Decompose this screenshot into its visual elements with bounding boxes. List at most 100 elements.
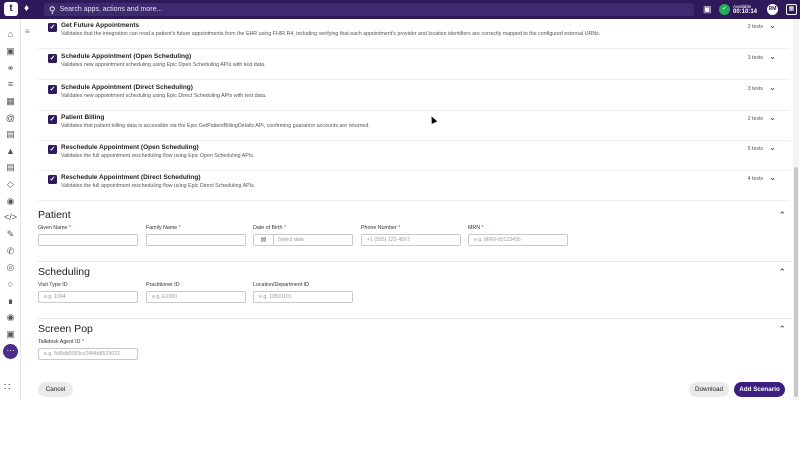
grid-menu-icon[interactable]: ∷ xyxy=(4,382,10,394)
briefcase-icon[interactable]: ▣ xyxy=(3,327,18,342)
test-count: 3 tests xyxy=(747,55,763,61)
field-label: Practitioner ID xyxy=(146,282,180,288)
section-title-scheduling: Scheduling xyxy=(38,266,90,278)
test-count: 2 tests xyxy=(747,24,763,30)
section-title-screen-pop: Screen Pop xyxy=(38,323,93,335)
location-input[interactable]: e.g. 10501101 xyxy=(253,291,353,303)
notification-bell-icon[interactable]: ♦ xyxy=(24,3,29,15)
monitor-icon[interactable]: ▣ xyxy=(703,3,712,15)
test-row[interactable]: ✓ Get Future Appointments Validates that… xyxy=(38,19,790,49)
test-title: Schedule Appointment (Direct Scheduling) xyxy=(61,84,193,91)
test-checkbox[interactable]: ✓ xyxy=(48,175,57,184)
flow-icon[interactable]: ◇ xyxy=(3,177,18,192)
more-apps-icon[interactable]: ⋯ xyxy=(3,344,18,359)
edit-icon[interactable]: ✎ xyxy=(3,227,18,242)
contacts-icon[interactable]: ▣ xyxy=(3,44,18,59)
field-label: Phone Number xyxy=(361,225,397,231)
field-label: Date of Birth xyxy=(253,225,283,231)
test-row[interactable]: ✓ Patient Billing Validates that patient… xyxy=(38,111,790,141)
scenario-form: ✓ Get Future Appointments Validates that… xyxy=(34,19,790,400)
test-title: Reschedule Appointment (Open Scheduling) xyxy=(61,144,199,151)
book-icon[interactable]: ▤ xyxy=(3,160,18,175)
voicemail-icon[interactable]: ⚭ xyxy=(3,61,18,76)
test-description: Validates the full appointment reschedul… xyxy=(61,183,256,189)
given-name-input[interactable] xyxy=(38,234,138,246)
chevron-up-icon[interactable]: ⌃ xyxy=(778,266,786,278)
test-description: Validates that the integration can read … xyxy=(61,31,601,37)
scrollbar[interactable] xyxy=(793,19,799,400)
mrn-input[interactable]: e.g. MRN-00123456 xyxy=(468,234,568,246)
test-row[interactable]: ✓ Reschedule Appointment (Direct Schedul… xyxy=(38,171,790,201)
add-scenario-button[interactable]: Add Scenario xyxy=(734,382,785,397)
chevron-down-icon[interactable]: ⌄ xyxy=(769,52,776,62)
patient-section: Patient ⌃ Given Name * Family Name * Dat… xyxy=(38,209,790,259)
chat-icon[interactable]: ○ xyxy=(3,277,18,292)
phone-input[interactable]: +1 (555) 123-4567 xyxy=(361,234,461,246)
globe-icon[interactable]: ◎ xyxy=(3,260,18,275)
visit-type-input[interactable]: e.g. 1004 xyxy=(38,291,138,303)
test-checkbox[interactable]: ✓ xyxy=(48,54,57,63)
family-name-field: Family Name * xyxy=(146,225,246,246)
field-label: Family Name xyxy=(146,225,178,231)
test-description: Validates that patient billing data is a… xyxy=(61,123,370,129)
chevron-down-icon[interactable]: ⌄ xyxy=(769,143,776,153)
chevron-down-icon[interactable]: ⌄ xyxy=(769,113,776,123)
dob-input[interactable]: Select date xyxy=(273,234,353,246)
chevron-up-icon[interactable]: ⌃ xyxy=(778,209,786,221)
code-icon[interactable]: </> xyxy=(3,210,18,225)
test-description: Validates the full appointment reschedul… xyxy=(61,153,255,159)
chevron-down-icon[interactable]: ⌄ xyxy=(769,173,776,183)
chevron-down-icon[interactable]: ⌄ xyxy=(769,83,776,93)
test-count: 3 tests xyxy=(747,86,763,92)
phone-field: Phone Number * +1 (555) 123-4567 xyxy=(361,225,461,246)
test-count: 4 tests xyxy=(747,176,763,182)
location-field: Location/Department ID e.g. 10501101 xyxy=(253,282,353,303)
user-avatar[interactable]: RM xyxy=(767,4,778,15)
agent-id-field: Talkdesk Agent ID * e.g. 5d8db0583cc2484… xyxy=(38,339,138,360)
global-search[interactable]: ⚲ Search apps, actions and more... xyxy=(44,3,694,16)
workflow-icon[interactable]: ≡ xyxy=(3,77,18,92)
chevron-up-icon[interactable]: ⌃ xyxy=(778,323,786,335)
test-checkbox[interactable]: ✓ xyxy=(48,115,57,124)
home-icon[interactable]: ⌂ xyxy=(3,27,18,42)
screen-pop-section: Screen Pop ⌃ Talkdesk Agent ID * e.g. 5d… xyxy=(38,323,790,363)
test-checkbox[interactable]: ✓ xyxy=(48,85,57,94)
status-timer: 00:10:14 xyxy=(733,8,758,15)
practitioner-input[interactable]: e.g. E1000 xyxy=(146,291,246,303)
talkdesk-logo[interactable]: t xyxy=(4,2,18,16)
required-mark: * xyxy=(178,225,181,231)
search-input[interactable]: Search apps, actions and more... xyxy=(60,6,163,13)
field-label: MRN xyxy=(468,225,481,231)
brain-icon[interactable]: ◉ xyxy=(3,194,18,209)
analytics-icon[interactable]: ∎ xyxy=(3,294,18,309)
section-divider xyxy=(38,261,790,262)
test-description: Validates new appointment scheduling usi… xyxy=(61,93,267,99)
form-footer: Cancel Download Add Scenario xyxy=(21,378,793,400)
given-name-field: Given Name * xyxy=(38,225,138,246)
chevron-down-icon[interactable]: ⌄ xyxy=(769,21,776,31)
top-bar: t ♦ ⚲ Search apps, actions and more... ▣… xyxy=(0,0,800,19)
family-name-input[interactable] xyxy=(146,234,246,246)
scrollbar-thumb[interactable] xyxy=(794,167,798,397)
test-row[interactable]: ✓ Schedule Appointment (Direct Schedulin… xyxy=(38,81,790,111)
phone-icon[interactable]: ✆ xyxy=(3,244,18,259)
collapse-panel-icon[interactable]: ≡ xyxy=(25,27,30,37)
compass-icon[interactable]: ◉ xyxy=(3,310,18,325)
agent-id-input[interactable]: e.g. 5d8db0583cc2484b8529022 xyxy=(38,348,138,360)
test-row[interactable]: ✓ Reschedule Appointment (Open Schedulin… xyxy=(38,141,790,171)
left-sidebar: ⌂ ▣ ⚭ ≡ ▦ @ ▤ ▲ ▤ ◇ ◉ </> ✎ ✆ ◎ ○ ∎ ◉ ▣ … xyxy=(0,19,21,400)
studio-icon[interactable]: ▦ xyxy=(3,94,18,109)
test-checkbox[interactable]: ✓ xyxy=(48,145,57,154)
campaign-icon[interactable]: ▲ xyxy=(3,144,18,159)
available-status-icon: ✓ xyxy=(719,4,730,15)
test-title: Get Future Appointments xyxy=(61,22,140,29)
required-mark: * xyxy=(81,339,84,345)
clipboard-icon[interactable]: ▤ xyxy=(3,127,18,142)
cancel-button[interactable]: Cancel xyxy=(38,382,73,397)
test-checkbox[interactable]: ✓ xyxy=(48,23,57,32)
at-sign-icon[interactable]: @ xyxy=(3,111,18,126)
apps-launcher-icon[interactable]: ▦ xyxy=(786,4,797,15)
calendar-icon[interactable]: ▤ xyxy=(253,234,273,246)
download-button[interactable]: Download xyxy=(689,382,729,397)
test-row[interactable]: ✓ Schedule Appointment (Open Scheduling)… xyxy=(38,50,790,80)
